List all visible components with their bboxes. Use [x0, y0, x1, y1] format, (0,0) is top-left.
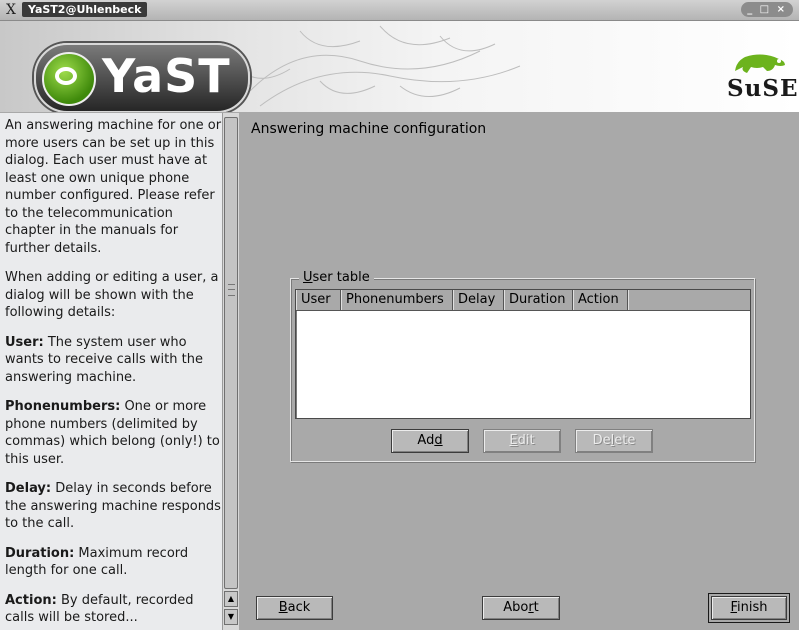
- help-paragraph: An answering machine for one or more use…: [0, 117, 222, 257]
- suse-logo-text: SuSE: [727, 75, 799, 102]
- yast-logo-text: YaST: [102, 49, 231, 103]
- help-term: Duration:: [5, 545, 75, 561]
- scrollbar-grip-icon: [228, 284, 235, 296]
- help-text: When adding or editing a user, a dialog …: [5, 270, 219, 320]
- help-text: An answering machine for one or more use…: [5, 118, 222, 256]
- help-term: Action:: [5, 592, 57, 608]
- help-paragraph: Action: By default, recorded calls will …: [0, 592, 222, 627]
- scroll-up-arrow-icon[interactable]: ▲: [224, 591, 238, 607]
- suse-gecko-icon: [735, 54, 785, 73]
- column-header-duration[interactable]: Duration: [504, 290, 573, 310]
- x-window-icon[interactable]: X: [6, 2, 16, 18]
- back-button[interactable]: Back: [256, 596, 333, 620]
- help-term: User:: [5, 334, 44, 350]
- column-header-user[interactable]: User: [296, 290, 341, 310]
- page-title: Answering machine configuration: [251, 121, 487, 137]
- help-term: Phonenumbers:: [5, 399, 121, 414]
- yast-ball-icon: [42, 52, 96, 106]
- abort-button[interactable]: Abort: [482, 596, 560, 620]
- scroll-down-arrow-icon[interactable]: ▼: [224, 609, 238, 625]
- scrollbar-thumb[interactable]: [224, 117, 238, 589]
- window-controls[interactable]: _ □ ×: [741, 2, 793, 17]
- help-paragraph: Phonenumbers: One or more phone numbers …: [0, 398, 222, 468]
- add-button[interactable]: Add: [391, 429, 469, 453]
- yast-banner: YaST SuSE: [0, 21, 799, 112]
- user-table-group-label: User table: [299, 270, 374, 285]
- user-table-group: User table User Phonenumbers Delay Durat…: [290, 270, 755, 462]
- main-panel: Answering machine configuration User tab…: [239, 113, 799, 630]
- edit-button[interactable]: Edit: [483, 429, 561, 453]
- user-table-header: User Phonenumbers Delay Duration Action: [296, 290, 750, 311]
- finish-button[interactable]: Finish: [708, 593, 790, 623]
- column-header-filler: [628, 290, 750, 310]
- column-header-phonenumbers[interactable]: Phonenumbers: [341, 290, 453, 310]
- column-header-delay[interactable]: Delay: [453, 290, 504, 310]
- window-titlebar[interactable]: X YaST2@Uhlenbeck _ □ ×: [0, 0, 799, 21]
- column-header-action[interactable]: Action: [573, 290, 628, 310]
- help-paragraph: Duration: Maximum record length for one …: [0, 545, 222, 580]
- window-title: YaST2@Uhlenbeck: [22, 2, 148, 17]
- help-term: Delay:: [5, 481, 52, 496]
- user-table[interactable]: User Phonenumbers Delay Duration Action: [295, 289, 751, 419]
- help-paragraph: User: The system user who wants to recei…: [0, 334, 222, 387]
- suse-logo: SuSE: [727, 45, 797, 103]
- yast-logo: YaST: [34, 43, 250, 112]
- help-scrollbar[interactable]: ▲ ▼: [222, 113, 239, 630]
- help-paragraph: When adding or editing a user, a dialog …: [0, 269, 222, 322]
- delete-button[interactable]: Delete: [575, 429, 653, 453]
- help-text-pane[interactable]: An answering machine for one or more use…: [0, 113, 223, 630]
- help-paragraph: Delay: Delay in seconds before the answe…: [0, 480, 222, 533]
